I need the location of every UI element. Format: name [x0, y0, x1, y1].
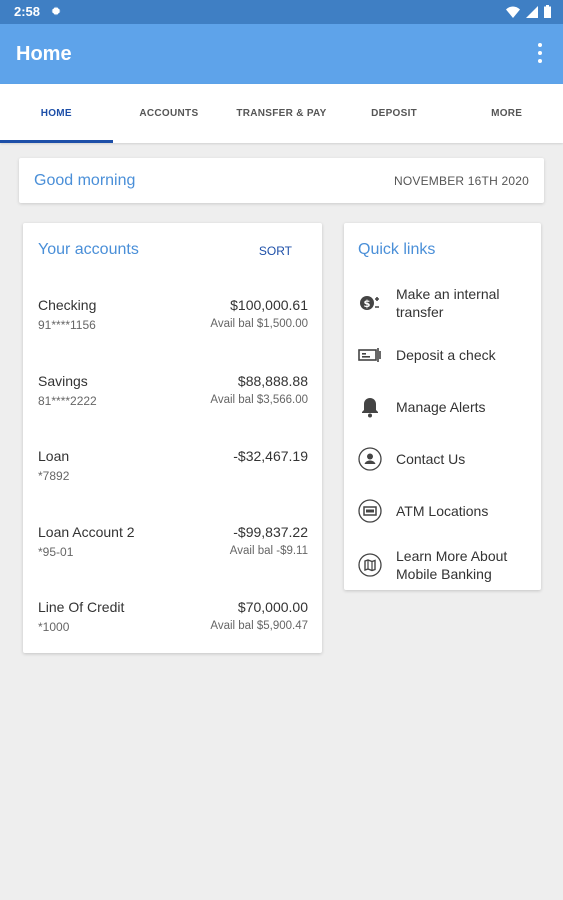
- quick-link-label: ATM Locations: [396, 503, 489, 519]
- quick-link-mobile-banking[interactable]: Learn More About Mobile Banking: [358, 547, 538, 587]
- quick-link-manage-alerts[interactable]: Manage Alerts: [358, 395, 538, 435]
- status-time: 2:58: [14, 4, 41, 19]
- quick-link-contact-us[interactable]: Contact Us: [358, 447, 538, 487]
- battery-icon: [544, 5, 551, 18]
- account-number: 81****2222: [38, 394, 97, 408]
- accounts-title: Your accounts: [38, 241, 139, 258]
- account-row-savings[interactable]: Savings 81****2222 $88,888.88 Avail bal …: [38, 373, 308, 413]
- quick-link-label: Make an internal transfer: [396, 286, 500, 320]
- tab-more[interactable]: MORE: [450, 84, 563, 143]
- account-available: Avail bal $3,566.00: [210, 394, 308, 406]
- accounts-card: Your accounts SORT Checking 91****1156 $…: [23, 223, 322, 653]
- tab-bar: HOME ACCOUNTS TRANSFER & PAY DEPOSIT MOR…: [0, 84, 563, 143]
- account-available: Avail bal -$9.11: [229, 545, 308, 557]
- person-icon: [358, 447, 382, 471]
- more-options-icon[interactable]: [537, 43, 543, 63]
- account-balance: $88,888.88: [237, 373, 308, 389]
- quick-links-card: Quick links $ Make an internal transfer …: [344, 223, 541, 590]
- greeting-date: NOVEMBER 16TH 2020: [394, 174, 529, 188]
- app-bar: Home: [0, 24, 563, 84]
- quick-link-deposit-check[interactable]: Deposit a check: [358, 343, 538, 383]
- quick-links-title: Quick links: [358, 241, 436, 258]
- account-name: Savings: [38, 373, 88, 389]
- account-number: 91****1156: [38, 318, 96, 332]
- greeting-card: Good morning NOVEMBER 16TH 2020: [19, 158, 544, 203]
- account-number: *95-01: [38, 545, 74, 559]
- account-balance: -$99,837.22: [233, 524, 308, 540]
- account-balance: $70,000.00: [237, 599, 308, 615]
- account-available: Avail bal $5,900.47: [210, 620, 308, 632]
- account-name: Loan: [38, 448, 70, 464]
- account-name: Loan Account 2: [38, 524, 135, 540]
- quick-link-label: Learn More About Mobile Banking: [396, 548, 508, 582]
- wifi-icon: [506, 6, 520, 18]
- account-balance: -$32,467.19: [233, 448, 308, 464]
- account-number: *1000: [38, 620, 70, 634]
- status-icons: [506, 5, 551, 18]
- quick-link-label: Manage Alerts: [396, 399, 486, 415]
- account-number: *7892: [38, 469, 70, 483]
- account-row-loan-account-2[interactable]: Loan Account 2 *95-01 -$99,837.22 Avail …: [38, 524, 308, 564]
- status-bar: 2:58: [0, 0, 563, 24]
- account-available: Avail bal $1,500.00: [210, 318, 308, 330]
- cell-signal-icon: [526, 5, 538, 18]
- app-bar-title: Home: [16, 43, 72, 65]
- greeting-text: Good morning: [34, 172, 136, 189]
- quick-link-internal-transfer[interactable]: $ Make an internal transfer: [358, 285, 538, 325]
- quick-link-label: Contact Us: [396, 451, 466, 467]
- account-row-checking[interactable]: Checking 91****1156 $100,000.61 Avail ba…: [38, 297, 308, 337]
- bell-icon: [358, 395, 382, 419]
- transfer-icon: $: [358, 291, 382, 315]
- atm-icon: [358, 499, 382, 523]
- account-balance: $100,000.61: [230, 297, 308, 313]
- svg-text:$: $: [364, 299, 371, 310]
- account-name: Line Of Credit: [38, 599, 125, 615]
- settings-gear-icon: [51, 6, 61, 16]
- quick-link-atm-locations[interactable]: ATM Locations: [358, 499, 538, 539]
- tab-transfer-pay[interactable]: TRANSFER & PAY: [225, 84, 338, 143]
- check-deposit-icon: [358, 343, 382, 367]
- tab-accounts[interactable]: ACCOUNTS: [113, 84, 226, 143]
- tab-deposit[interactable]: DEPOSIT: [338, 84, 451, 143]
- account-row-loan[interactable]: Loan *7892 -$32,467.19: [38, 448, 308, 488]
- quick-link-label: Deposit a check: [396, 347, 496, 363]
- tab-home[interactable]: HOME: [0, 84, 113, 143]
- account-row-line-of-credit[interactable]: Line Of Credit *1000 $70,000.00 Avail ba…: [38, 599, 308, 639]
- map-icon: [358, 553, 382, 577]
- sort-button[interactable]: SORT: [259, 244, 292, 258]
- account-name: Checking: [38, 297, 97, 313]
